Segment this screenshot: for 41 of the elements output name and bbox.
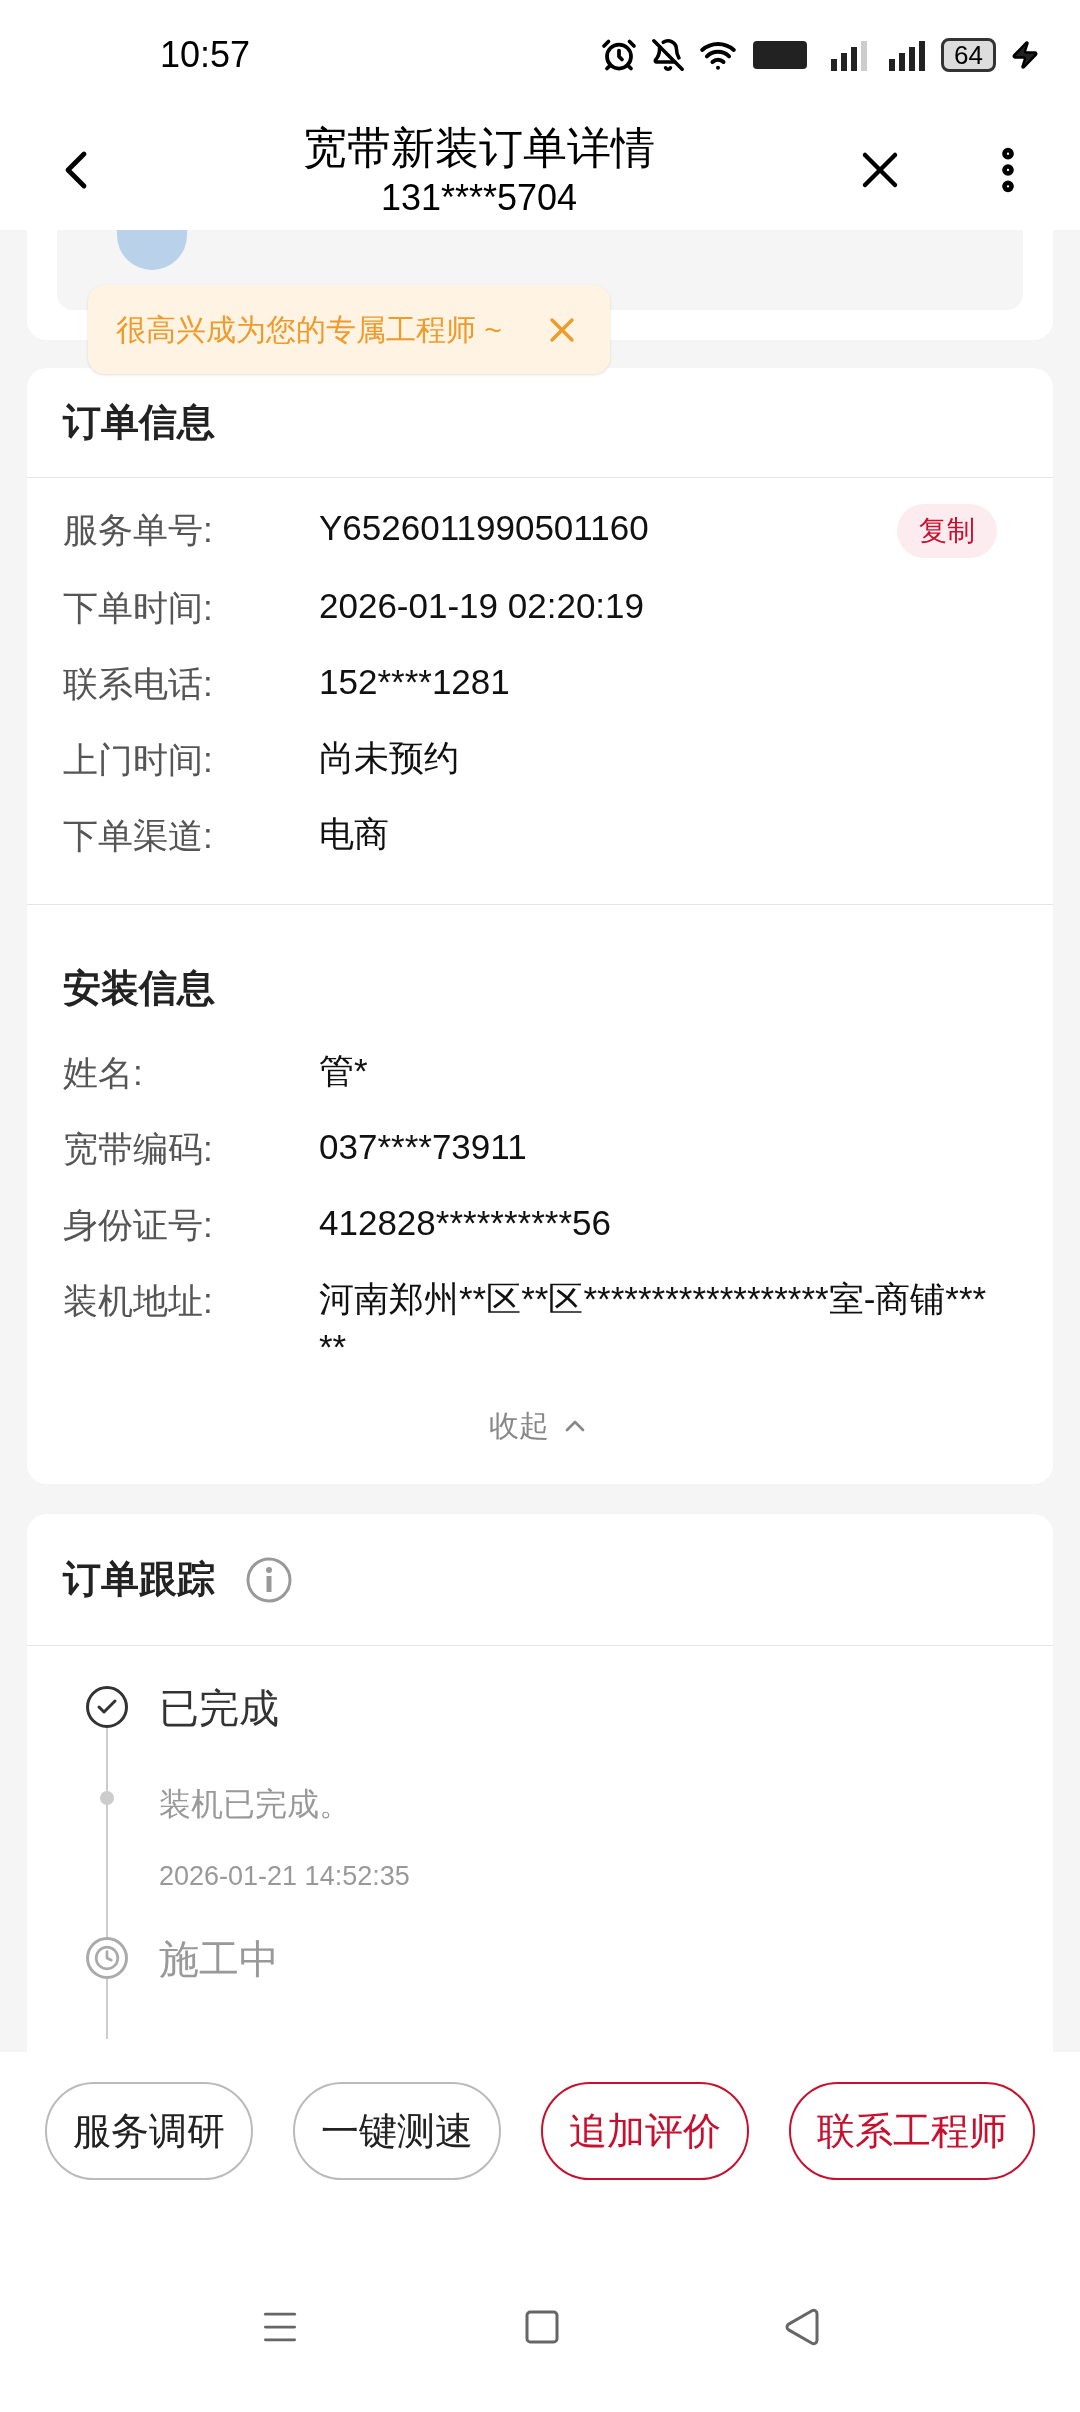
action-button[interactable]: 追加评价 [541, 2082, 749, 2180]
page-subtitle: 131****5704 [380, 176, 578, 220]
field-value: 2026-01-19 02:20:19 [319, 585, 645, 627]
section-title: 订单信息 [63, 400, 215, 445]
field-label: 下单时间: [63, 587, 214, 629]
field-value: 152****1281 [319, 661, 511, 703]
collapse-button[interactable]: 收起 [489, 1403, 591, 1448]
mute-icon [651, 38, 686, 72]
field-label: 身份证号: [63, 1204, 214, 1246]
action-button[interactable]: 一键测速 [293, 2082, 501, 2180]
field-value: 电商 [319, 813, 390, 855]
page-title: 宽带新装订单详情 [303, 122, 655, 174]
battery-level: 64 [941, 38, 996, 72]
charging-icon [1010, 40, 1040, 70]
field-value: 尚未预约 [319, 737, 460, 779]
field-value: Y6526011990501160 [319, 507, 650, 549]
field-label: 装机地址: [63, 1280, 214, 1322]
field-value: 管* [319, 1050, 369, 1092]
field-value: 037****73911 [319, 1126, 528, 1168]
field-label: 下单渠道: [63, 815, 214, 857]
info-icon[interactable] [245, 1555, 293, 1604]
action-button[interactable]: 联系工程师 [789, 2082, 1035, 2180]
field-label: 服务单号: [63, 509, 214, 551]
tooltip-text: 很高兴成为您的专属工程师 ~ [116, 312, 502, 348]
section-title: 订单跟踪 [63, 1557, 215, 1602]
field-label: 上门时间: [63, 739, 214, 781]
step-title: 已完成 [159, 1686, 280, 1730]
field-label: 联系电话: [63, 663, 214, 705]
action-button[interactable]: 服务调研 [45, 2082, 253, 2180]
field-value: 412828**********56 [319, 1202, 612, 1244]
section-title: 安装信息 [63, 966, 215, 1011]
field-label: 宽带编码: [63, 1128, 214, 1170]
field-value: 河南郑州**区**区******************室-商铺***** [319, 1278, 988, 1368]
step-description: 装机已完成。 [159, 1785, 352, 1824]
clock-time: 10:57 [160, 33, 251, 77]
step-title: 施工中 [159, 1936, 280, 1981]
alarm-icon [601, 37, 638, 73]
copy-button[interactable]: 复制 [897, 504, 997, 558]
step-time: 2026-01-21 14:52:35 [159, 1860, 411, 1893]
field-label: 姓名: [63, 1052, 144, 1094]
avatar [117, 230, 187, 270]
